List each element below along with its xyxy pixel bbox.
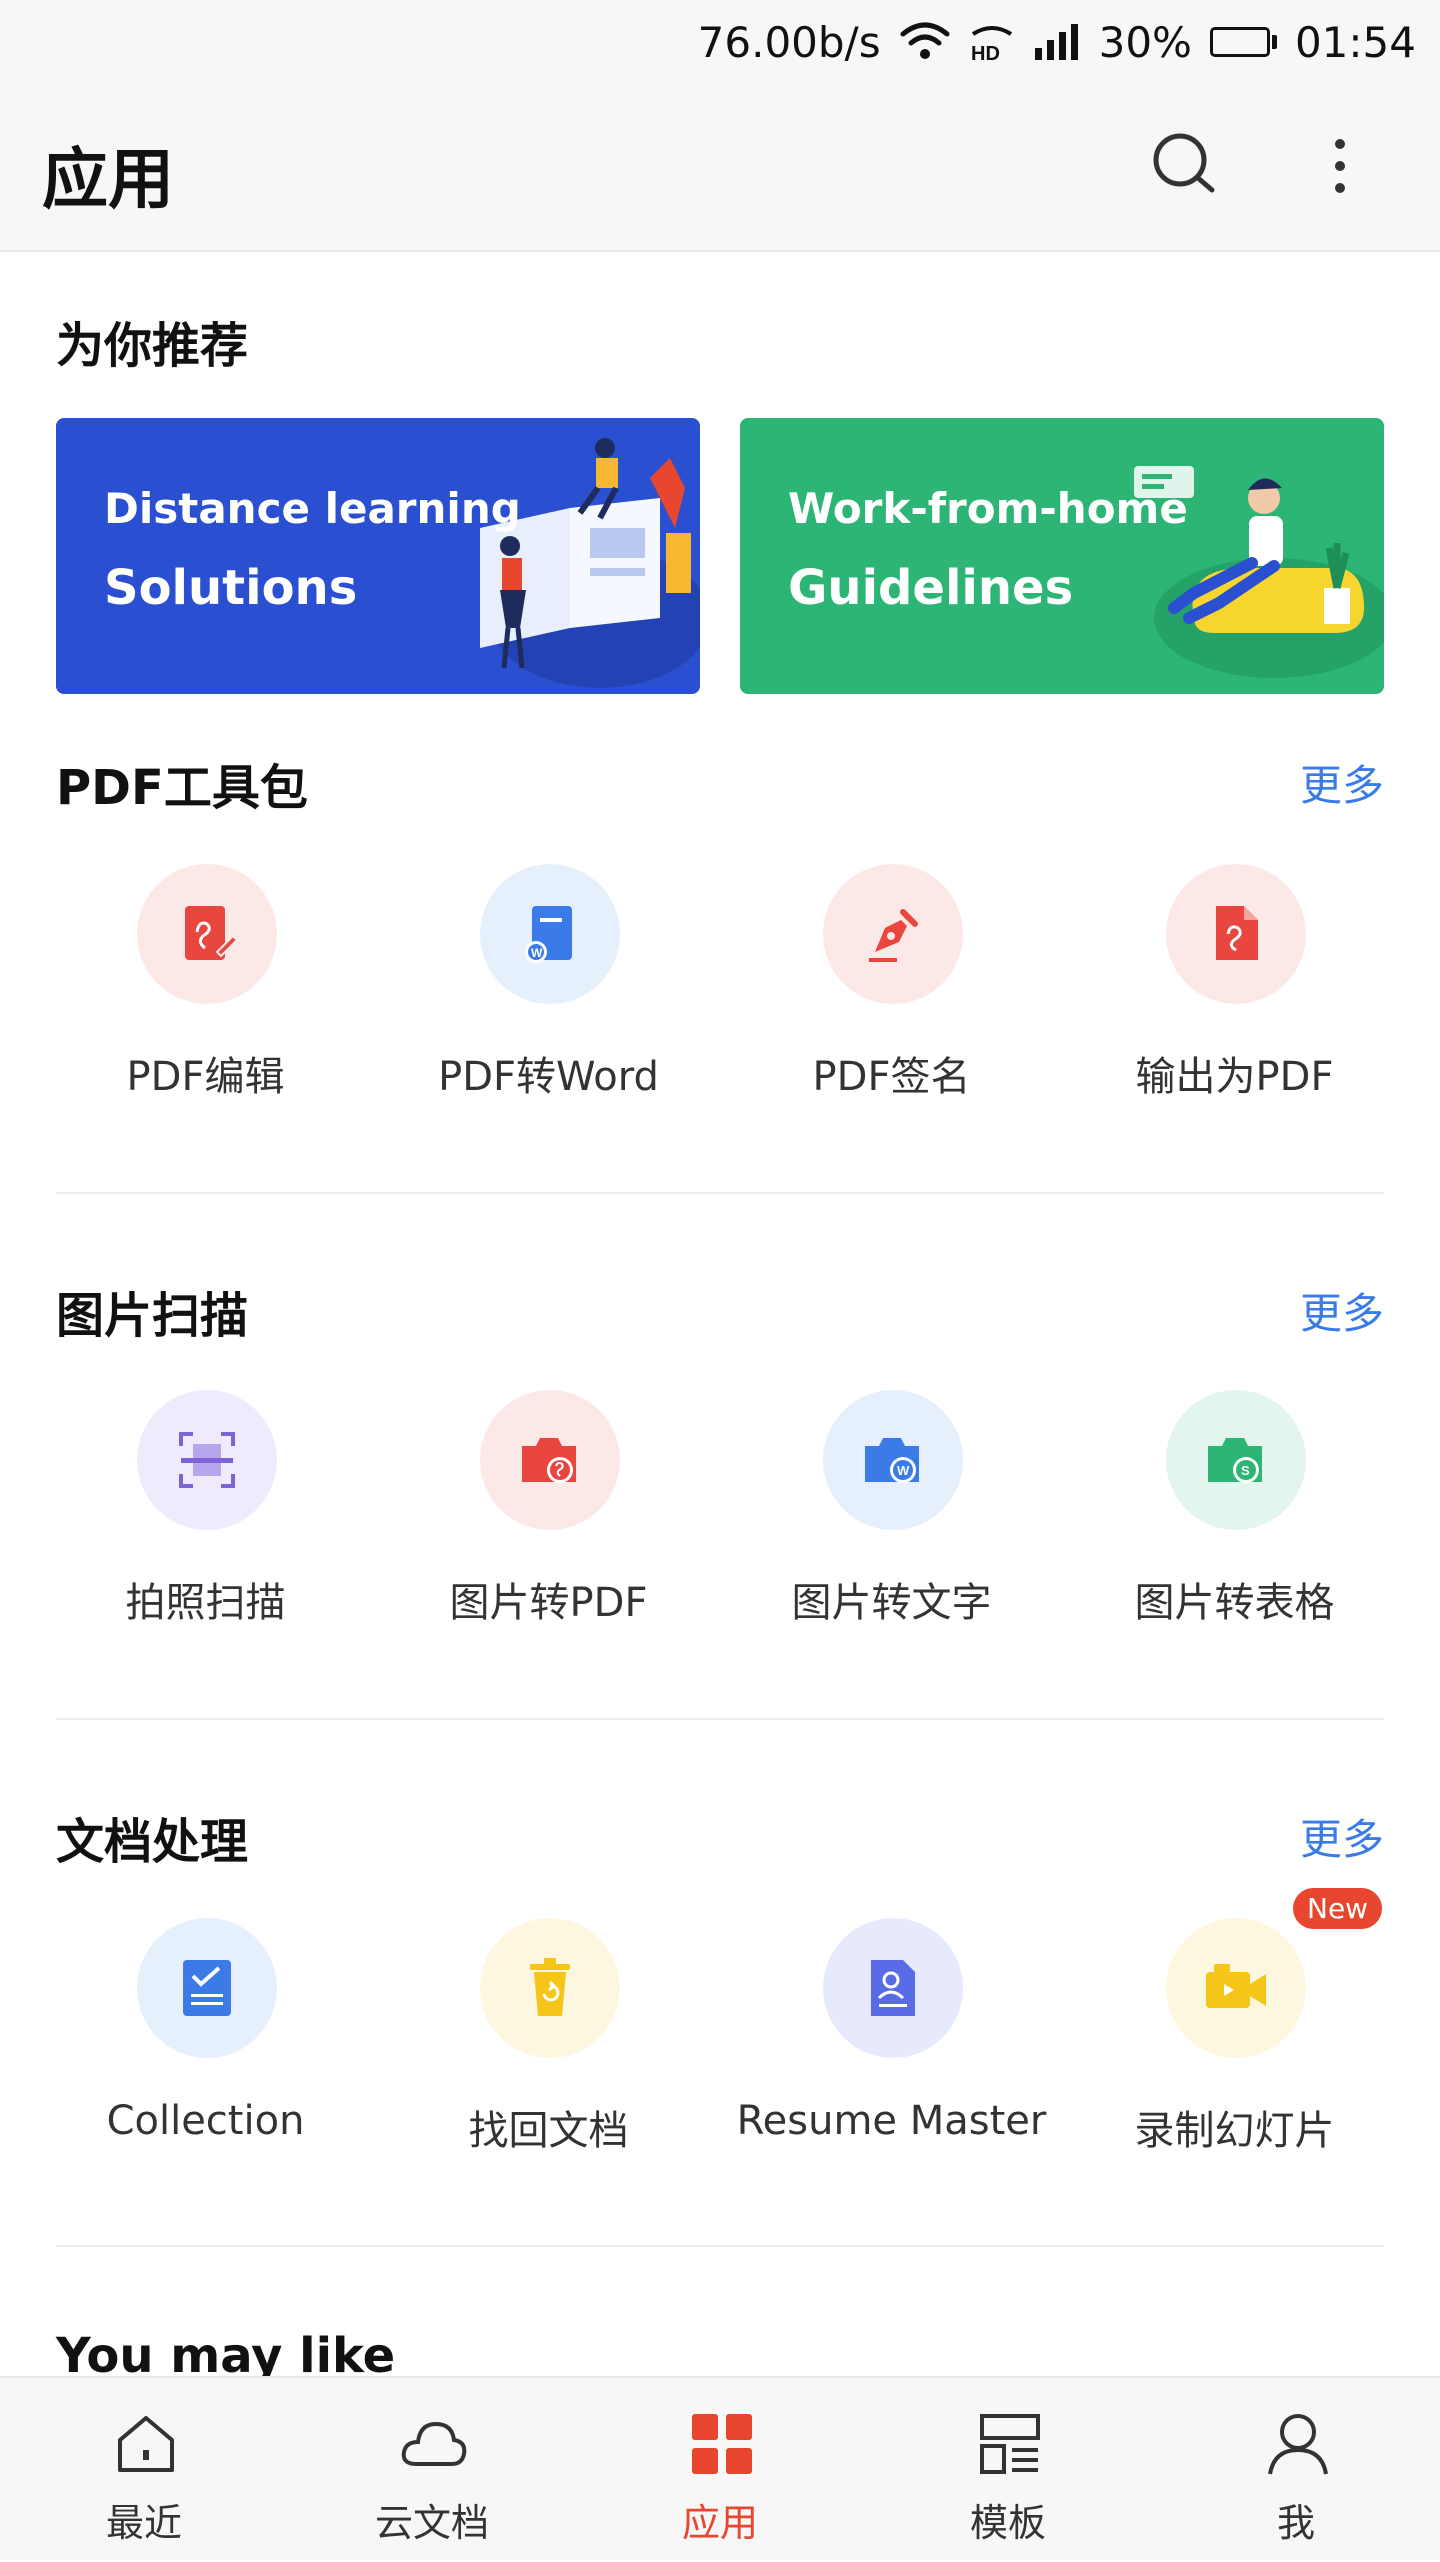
section-title-recommend: 为你推荐 [56, 318, 249, 374]
tool-label: 拍照扫描 [125, 1580, 286, 1626]
new-badge: New [1293, 1888, 1383, 1929]
tool-pdf-edit[interactable]: PDF编辑 [34, 864, 377, 1124]
tool-pdf-to-word[interactable]: W PDF转Word [377, 864, 720, 1124]
image-to-sheet-icon: S [1166, 1390, 1306, 1530]
battery-icon [1209, 27, 1277, 57]
banner-line2: Solutions [104, 560, 358, 616]
nav-label: 最近 [105, 2501, 182, 2545]
app-bar: 应用 [0, 84, 1440, 252]
tool-pdf-sign[interactable]: PDF签名 [720, 864, 1063, 1124]
tool-label: 图片转表格 [1134, 1580, 1335, 1626]
tool-label: 录制幻灯片 [1134, 2108, 1335, 2154]
pdf-tools-grid: PDF编辑 W PDF转Word PDF签名 输出为PDF [34, 864, 1406, 1124]
section-title-pdf-tools: PDF工具包 [56, 760, 308, 816]
search-icon [1153, 133, 1215, 193]
bottom-navigation: 最近 云文档 应用 模板 我 [0, 2376, 1440, 2560]
banner-work-from-home[interactable]: Work-from-home Guidelines [740, 418, 1384, 694]
banner-illustration [480, 438, 700, 688]
apps-grid-icon [692, 2414, 752, 2474]
network-speed: 76.00b/s [697, 17, 881, 67]
nav-item-cloud[interactable]: 云文档 [288, 2378, 576, 2562]
pdf-tools-more-link[interactable]: 更多 [1300, 752, 1384, 813]
resume-icon [823, 1918, 963, 2058]
svg-text:W: W [531, 946, 543, 960]
tool-label: Collection [106, 2098, 305, 2144]
tool-image-to-text[interactable]: W 图片转文字 [720, 1390, 1063, 1650]
signal-icon [1033, 22, 1081, 62]
tool-label: Resume Master [736, 2098, 1047, 2144]
collection-icon [137, 1918, 277, 2058]
pdf-edit-icon [137, 864, 277, 1004]
search-button[interactable] [1146, 126, 1226, 206]
tool-recover-doc[interactable]: 找回文档 [377, 1918, 720, 2178]
tool-image-to-sheet[interactable]: S 图片转表格 [1063, 1390, 1406, 1650]
template-icon [980, 2414, 1040, 2474]
tool-collection[interactable]: Collection [34, 1918, 377, 2178]
status-bar: 76.00b/s HD 30% 01:54 [0, 0, 1440, 84]
tool-label: 找回文档 [468, 2108, 629, 2154]
more-vertical-icon [1335, 139, 1345, 193]
export-pdf-icon [1166, 864, 1306, 1004]
tool-label: 输出为PDF [1135, 1054, 1334, 1100]
nav-label: 应用 [681, 2501, 758, 2545]
pdf-sign-icon [823, 864, 963, 1004]
tool-photo-scan[interactable]: 拍照扫描 [34, 1390, 377, 1650]
doc-tools-grid: Collection 找回文档 Resume Master New 录制幻灯片 [34, 1888, 1406, 2178]
image-to-pdf-icon [480, 1390, 620, 1530]
divider [56, 1718, 1384, 1720]
tool-label: PDF签名 [812, 1054, 971, 1100]
tool-label: PDF编辑 [126, 1054, 285, 1100]
wifi-icon [899, 22, 951, 62]
more-options-button[interactable] [1300, 126, 1380, 206]
hd-icon: HD [969, 22, 1015, 62]
banner-line1: Distance learning [104, 484, 521, 533]
scan-tools-grid: 拍照扫描 图片转PDF W 图片转文字 S 图片转表格 [34, 1390, 1406, 1650]
tool-export-pdf[interactable]: 输出为PDF [1063, 864, 1406, 1124]
cloud-icon [401, 2421, 467, 2466]
nav-label: 我 [1276, 2501, 1315, 2545]
nav-item-templates[interactable]: 模板 [864, 2378, 1152, 2562]
image-to-text-icon: W [823, 1390, 963, 1530]
svg-text:S: S [1241, 1463, 1250, 1478]
pdf-to-word-icon: W [480, 864, 620, 1004]
banner-line2: Guidelines [788, 560, 1074, 616]
svg-text:W: W [897, 1463, 910, 1478]
section-title-docs: 文档处理 [56, 1814, 249, 1870]
user-icon [1268, 2414, 1328, 2475]
banner-distance-learning[interactable]: Distance learning Solutions [56, 418, 700, 694]
banner-line1: Work-from-home [788, 484, 1188, 533]
divider [56, 2245, 1384, 2247]
tool-record-slides[interactable]: New 录制幻灯片 [1063, 1888, 1406, 2178]
scan-more-link[interactable]: 更多 [1300, 1280, 1384, 1341]
tool-image-to-pdf[interactable]: 图片转PDF [377, 1390, 720, 1650]
section-title-scan: 图片扫描 [56, 1288, 249, 1344]
tool-label: 图片转PDF [449, 1580, 648, 1626]
nav-item-apps[interactable]: 应用 [576, 2378, 864, 2562]
tool-label: PDF转Word [438, 1054, 659, 1100]
page-title: 应用 [42, 141, 174, 218]
tool-label: 图片转文字 [791, 1580, 992, 1626]
docs-more-link[interactable]: 更多 [1300, 1806, 1384, 1867]
nav-item-me[interactable]: 我 [1152, 2378, 1440, 2562]
divider [56, 1192, 1384, 1194]
home-icon [118, 2416, 174, 2472]
svg-text:HD: HD [971, 43, 1000, 62]
tool-resume-master[interactable]: Resume Master [720, 1918, 1063, 2178]
recover-doc-icon [480, 1918, 620, 2058]
photo-scan-icon [137, 1390, 277, 1530]
clock: 01:54 [1294, 17, 1416, 67]
nav-label: 云文档 [374, 2501, 489, 2545]
nav-label: 模板 [969, 2501, 1046, 2545]
banner-illustration [1134, 466, 1384, 678]
battery-percent: 30% [1098, 17, 1192, 67]
record-slides-icon [1166, 1918, 1306, 2058]
nav-item-recent[interactable]: 最近 [0, 2378, 288, 2562]
